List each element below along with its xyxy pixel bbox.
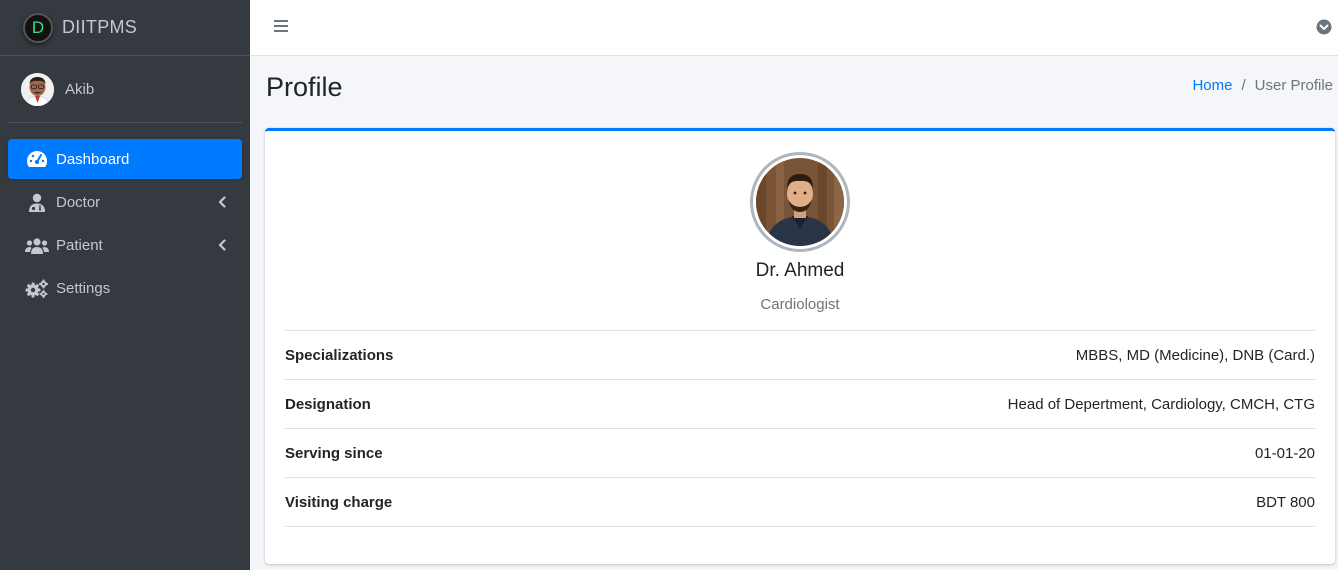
sidebar-item-label: Patient	[56, 236, 103, 254]
sidebar-item-doctor[interactable]: Doctor	[8, 182, 242, 222]
avatar	[21, 72, 54, 106]
profile-details-list: Specializations MBBS, MD (Medicine), DNB…	[285, 330, 1315, 527]
breadcrumb: Home / User Profile	[1192, 77, 1333, 94]
sidebar-item-label: Dashboard	[56, 150, 130, 168]
user-panel[interactable]: Akib	[8, 56, 242, 123]
detail-value: Head of Depertment, Cardiology, CMCH, CT…	[1007, 395, 1315, 413]
sidebar: D DIITPMS Akib Dashboard Doctor Patient …	[0, 0, 250, 570]
brand-link[interactable]: D DIITPMS	[0, 0, 250, 56]
page-title: Profile	[266, 72, 343, 102]
list-item: Serving since 01-01-20	[285, 429, 1315, 478]
detail-value: 01-01-20	[1254, 444, 1315, 462]
list-item: Designation Head of Depertment, Cardiolo…	[285, 380, 1315, 429]
detail-value: BDT 800	[1256, 493, 1315, 511]
brand-logo: D	[23, 12, 53, 43]
chevron-circle-down-icon[interactable]	[1316, 19, 1332, 40]
profile-card: Dr. Ahmed Cardiologist Specializations M…	[265, 128, 1335, 564]
profile-role: Cardiologist	[760, 296, 840, 313]
hamburger-menu-icon[interactable]	[274, 19, 288, 38]
detail-label: Designation	[285, 395, 371, 413]
chevron-left-icon	[218, 195, 226, 212]
profile-name: Dr. Ahmed	[755, 260, 845, 281]
user-name: Akib	[65, 80, 95, 98]
sidebar-item-label: Settings	[56, 279, 111, 297]
detail-label: Visiting charge	[285, 493, 393, 511]
detail-value: MBBS, MD (Medicine), DNB (Card.)	[1075, 346, 1315, 364]
users-icon	[25, 235, 49, 255]
cogs-icon	[25, 278, 49, 298]
brand-name: DIITPMS	[62, 17, 138, 37]
tachometer-icon	[25, 149, 49, 169]
chevron-left-icon	[218, 238, 226, 255]
sidebar-item-patient[interactable]: Patient	[8, 225, 242, 265]
breadcrumb-home-link[interactable]: Home	[1192, 77, 1232, 94]
brand-logo-letter: D	[31, 17, 45, 37]
sidebar-item-settings[interactable]: Settings	[8, 268, 242, 308]
detail-label: Serving since	[285, 444, 383, 462]
sidebar-item-label: Doctor	[56, 193, 101, 211]
user-md-icon	[25, 192, 49, 212]
breadcrumb-current: User Profile	[1254, 77, 1333, 94]
breadcrumb-separator: /	[1241, 77, 1246, 94]
profile-avatar	[750, 152, 850, 252]
sidebar-nav: Dashboard Doctor Patient Settings	[0, 123, 250, 308]
detail-label: Specializations	[285, 346, 394, 364]
list-item: Visiting charge BDT 800	[285, 478, 1315, 527]
list-item: Specializations MBBS, MD (Medicine), DNB…	[285, 331, 1315, 380]
sidebar-item-dashboard[interactable]: Dashboard	[8, 139, 242, 179]
top-navbar	[250, 0, 1338, 56]
